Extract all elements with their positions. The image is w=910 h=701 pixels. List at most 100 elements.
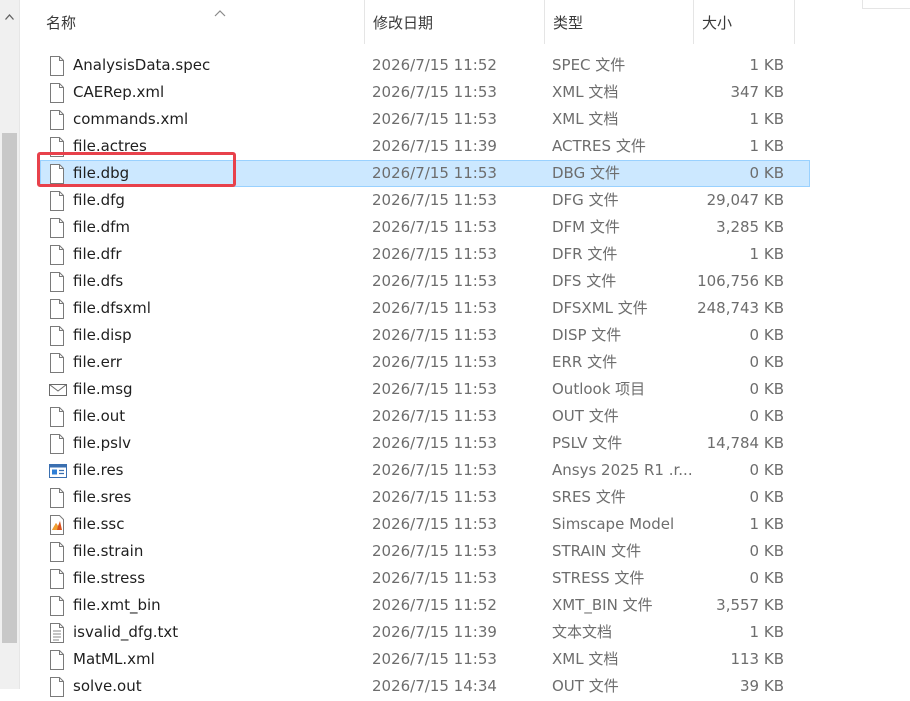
file-row[interactable]: file.stress 2026/7/15 11:53 STRESS 文件 0 KB [40, 565, 810, 592]
file-modified-date: 2026/7/15 11:53 [372, 245, 497, 263]
file-modified-date: 2026/7/15 11:53 [372, 110, 497, 128]
column-header-size-label: 大小 [702, 13, 733, 32]
file-type: XML 文档 [552, 110, 619, 128]
file-size: 0 KB [749, 461, 784, 479]
file-type: Simscape Model [552, 515, 675, 533]
file-size: 1 KB [749, 623, 784, 641]
file-type: STRAIN 文件 [552, 542, 642, 560]
file-row[interactable]: MatML.xml 2026/7/15 11:53 XML 文档 113 KB [40, 646, 810, 673]
file-row[interactable]: file.dfg 2026/7/15 11:53 DFG 文件 29,047 KB [40, 187, 810, 214]
file-row[interactable]: file.sres 2026/7/15 11:53 SRES 文件 0 KB [40, 484, 810, 511]
file-row[interactable]: isvalid_dfg.txt 2026/7/15 11:39 文本文档 1 KB [40, 619, 810, 646]
file-row[interactable]: file.xmt_bin 2026/7/15 11:52 XMT_BIN 文件 3,5… [40, 592, 810, 619]
file-type: XML 文档 [552, 83, 619, 101]
file-name: file.dfm [73, 218, 131, 236]
file-size: 0 KB [749, 380, 784, 398]
file-modified-date: 2026/7/15 11:53 [372, 488, 497, 506]
file-type: OUT 文件 [552, 407, 619, 425]
file-type: DFSXML 文件 [552, 299, 648, 317]
file-size: 0 KB [749, 164, 784, 182]
file-name: file.dfs [73, 272, 124, 290]
column-header-date-label: 修改日期 [373, 13, 434, 32]
file-row[interactable]: file.msg 2026/7/15 11:53 Outlook 项目 0 KB [40, 376, 810, 403]
file-type: SRES 文件 [552, 488, 626, 506]
file-row[interactable]: file.dfs 2026/7/15 11:53 DFS 文件 106,756 KB [40, 268, 810, 295]
file-modified-date: 2026/7/15 11:53 [372, 542, 497, 560]
file-row[interactable]: file.dfr 2026/7/15 11:53 DFR 文件 1 KB [40, 241, 810, 268]
file-row[interactable]: commands.xml 2026/7/15 11:53 XML 文档 1 KB [40, 106, 810, 133]
file-modified-date: 2026/7/15 14:34 [372, 677, 497, 695]
file-name: commands.xml [73, 110, 189, 128]
scrollbar-thumb[interactable] [2, 133, 17, 643]
file-name: file.actres [73, 137, 147, 155]
file-modified-date: 2026/7/15 11:53 [372, 434, 497, 452]
file-size: 1 KB [749, 515, 784, 533]
file-name: file.disp [73, 326, 132, 344]
file-modified-date: 2026/7/15 11:53 [372, 218, 497, 236]
file-row[interactable]: solve.out 2026/7/15 14:34 OUT 文件 39 KB [40, 673, 810, 700]
column-header-date[interactable]: 修改日期 [365, 0, 545, 44]
file-icon [49, 434, 65, 454]
file-row[interactable]: file.dbg 2026/7/15 11:53 DBG 文件 0 KB [40, 160, 810, 187]
file-modified-date: 2026/7/15 11:53 [372, 353, 497, 371]
file-name: MatML.xml [73, 650, 155, 668]
column-header-size[interactable]: 大小 [694, 0, 795, 44]
file-type: PSLV 文件 [552, 434, 623, 452]
file-modified-date: 2026/7/15 11:53 [372, 569, 497, 587]
file-modified-date: 2026/7/15 11:39 [372, 137, 497, 155]
file-row[interactable]: file.disp 2026/7/15 11:53 DISP 文件 0 KB [40, 322, 810, 349]
file-row[interactable]: file.actres 2026/7/15 11:39 ACTRES 文件 1 KB [40, 133, 810, 160]
text-file-icon [49, 623, 65, 643]
file-name: file.err [73, 353, 122, 371]
file-icon [49, 353, 65, 373]
file-modified-date: 2026/7/15 11:53 [372, 299, 497, 317]
file-row[interactable]: file.dfsxml 2026/7/15 11:53 DFSXML 文件 248,7… [40, 295, 810, 322]
file-icon [49, 218, 65, 238]
file-row[interactable]: AnalysisData.spec 2026/7/15 11:52 SPEC 文件 1… [40, 52, 810, 79]
file-size: 0 KB [749, 542, 784, 560]
file-row[interactable]: file.err 2026/7/15 11:53 ERR 文件 0 KB [40, 349, 810, 376]
file-icon [49, 650, 65, 670]
file-modified-date: 2026/7/15 11:53 [372, 83, 497, 101]
column-header-type[interactable]: 类型 [545, 0, 694, 44]
file-modified-date: 2026/7/15 11:53 [372, 191, 497, 209]
vertical-scrollbar[interactable] [0, 0, 20, 689]
column-header-row: 名称 修改日期 类型 大小 [19, 0, 910, 44]
file-size: 39 KB [740, 677, 784, 695]
file-type: Outlook 项目 [552, 380, 646, 398]
file-row[interactable]: file.out 2026/7/15 11:53 OUT 文件 0 KB [40, 403, 810, 430]
file-row[interactable]: file.pslv 2026/7/15 11:53 PSLV 文件 14,784 KB [40, 430, 810, 457]
file-type: XMT_BIN 文件 [552, 596, 653, 614]
file-icon [49, 677, 65, 697]
file-icon [49, 83, 65, 103]
file-size: 29,047 KB [706, 191, 784, 209]
file-icon [49, 488, 65, 508]
file-row[interactable]: file.strain 2026/7/15 11:53 STRAIN 文件 0 KB [40, 538, 810, 565]
file-name: file.strain [73, 542, 144, 560]
file-size: 1 KB [749, 137, 784, 155]
file-modified-date: 2026/7/15 11:53 [372, 461, 497, 479]
column-header-name[interactable]: 名称 [38, 0, 365, 44]
file-type: STRESS 文件 [552, 569, 645, 587]
file-name: file.dfsxml [73, 299, 151, 317]
file-modified-date: 2026/7/15 11:53 [372, 650, 497, 668]
scroll-up-arrow-icon[interactable] [0, 0, 19, 34]
file-name: file.dfg [73, 191, 125, 209]
file-type: ACTRES 文件 [552, 137, 646, 155]
file-name: CAERep.xml [73, 83, 165, 101]
file-icon [49, 326, 65, 346]
file-row[interactable]: file.ssc 2026/7/15 11:53 Simscape Model 1 K… [40, 511, 810, 538]
file-size: 1 KB [749, 110, 784, 128]
file-row[interactable]: file.res 2026/7/15 11:53 Ansys 2025 R1 .r.… [40, 457, 810, 484]
file-icon [49, 245, 65, 265]
file-icon [49, 299, 65, 319]
file-icon [49, 542, 65, 562]
file-name: file.res [73, 461, 124, 479]
file-row[interactable]: file.dfm 2026/7/15 11:53 DFM 文件 3,285 KB [40, 214, 810, 241]
file-icon [49, 407, 65, 427]
sort-ascending-icon [214, 10, 226, 17]
file-row[interactable]: CAERep.xml 2026/7/15 11:53 XML 文档 347 KB [40, 79, 810, 106]
file-icon [49, 596, 65, 616]
matlab-icon [49, 515, 65, 535]
file-modified-date: 2026/7/15 11:53 [372, 326, 497, 344]
